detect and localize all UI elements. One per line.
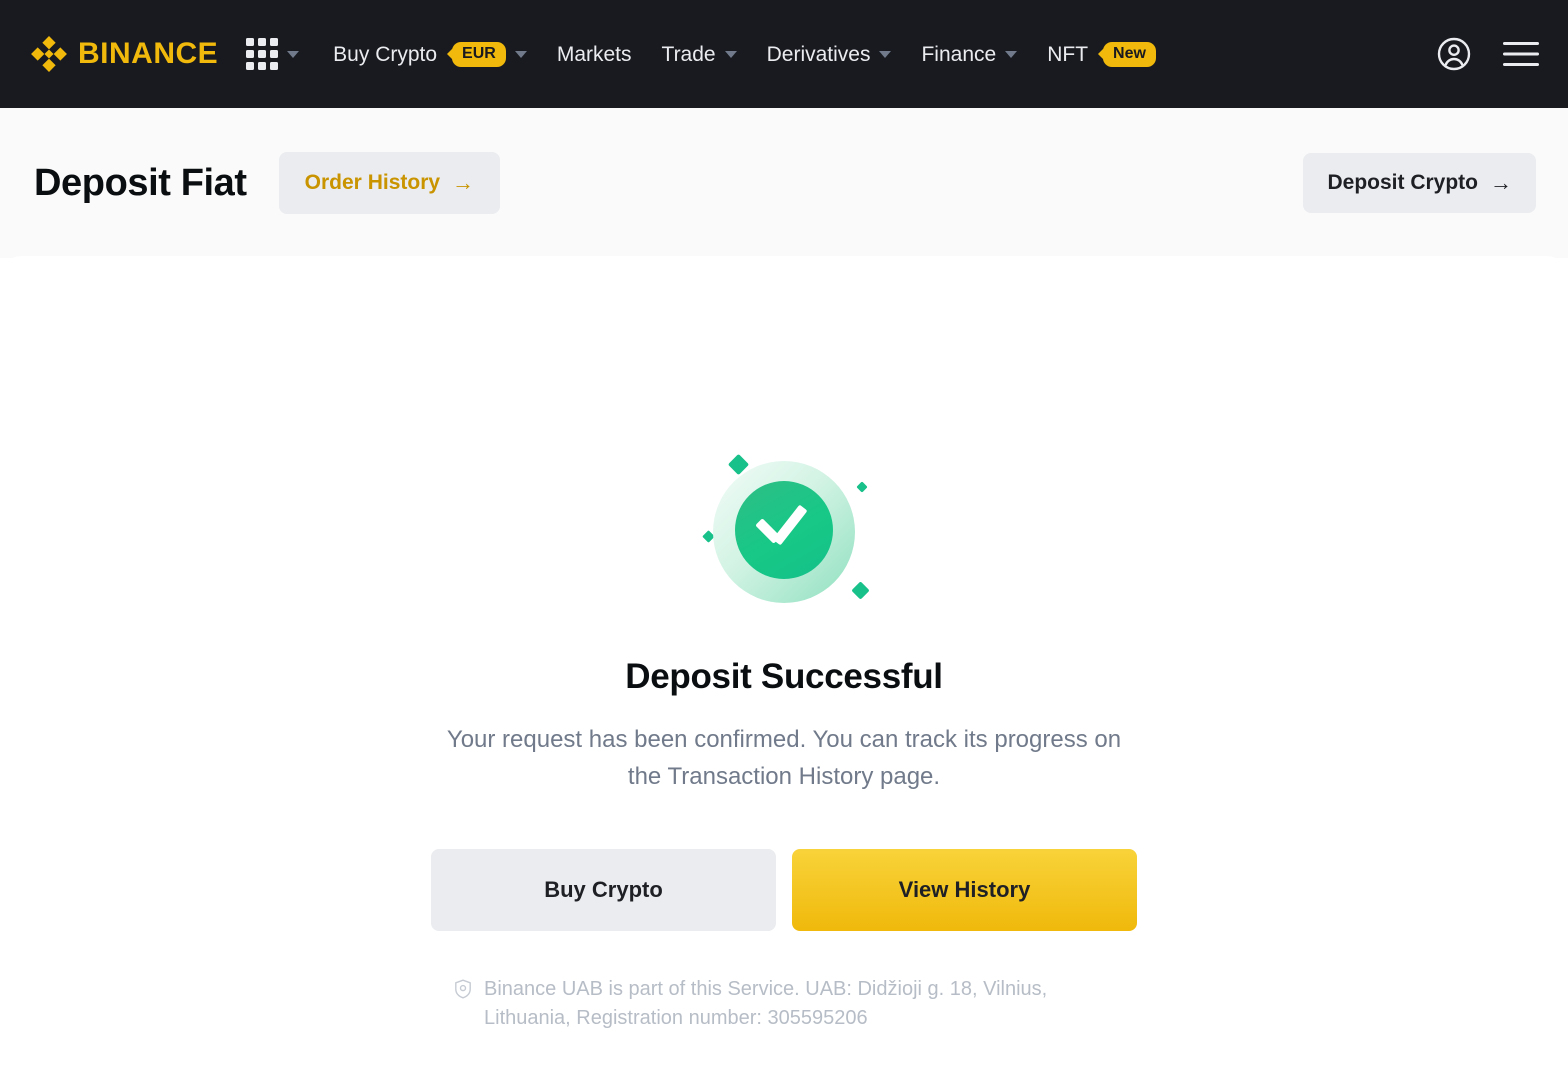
- nav-item-derivatives[interactable]: Derivatives: [767, 44, 892, 65]
- user-account-icon[interactable]: [1436, 36, 1472, 72]
- success-check-circle-icon: [684, 448, 884, 613]
- nav-item-label: Trade: [661, 42, 716, 66]
- nav-item-label: Buy Crypto: [333, 42, 438, 66]
- page-title: Deposit Fiat: [34, 162, 247, 204]
- sparkle-icon: [851, 581, 870, 600]
- chevron-down-icon: [1005, 50, 1018, 58]
- hamburger-menu-icon[interactable]: [1502, 39, 1540, 69]
- new-badge: New: [1103, 41, 1156, 67]
- legal-disclaimer: Binance UAB is part of this Service. UAB…: [454, 975, 1114, 1032]
- chevron-down-icon: [724, 50, 737, 58]
- nav-actions: [1436, 36, 1540, 72]
- grid-apps-icon: [246, 38, 279, 70]
- buy-crypto-button[interactable]: Buy Crypto: [431, 849, 776, 932]
- currency-badge: EUR: [452, 41, 506, 67]
- arrow-right-icon: →: [452, 170, 475, 195]
- chevron-down-icon: [514, 50, 527, 58]
- order-history-label: Order History: [304, 171, 441, 194]
- nav-menu: Buy Crypto EUR Markets Trade Derivatives…: [333, 41, 1436, 67]
- nav-item-label: Finance: [921, 42, 997, 66]
- order-history-button[interactable]: Order History →: [278, 152, 501, 214]
- nav-item-nft[interactable]: NFT New: [1047, 41, 1156, 67]
- nav-item-label: Derivatives: [766, 42, 871, 66]
- chevron-down-icon: [879, 50, 892, 58]
- binance-logo[interactable]: BINANCE: [30, 35, 218, 73]
- view-history-button[interactable]: View History: [792, 849, 1137, 932]
- shield-check-icon: [454, 979, 472, 1007]
- success-title: Deposit Successful: [625, 657, 943, 696]
- page-header-band: Deposit Fiat Order History → Deposit Cry…: [0, 108, 1568, 258]
- deposit-crypto-label: Deposit Crypto: [1327, 171, 1478, 194]
- binance-wordmark: BINANCE: [78, 37, 219, 70]
- action-buttons: Buy Crypto View History: [431, 849, 1137, 932]
- checkmark-icon: [755, 510, 811, 540]
- binance-diamond-icon: [30, 35, 68, 73]
- nav-item-label: Markets: [556, 42, 632, 66]
- content-panel: Deposit Successful Your request has been…: [0, 256, 1568, 1076]
- arrow-right-icon: →: [1490, 170, 1512, 195]
- legal-text: Binance UAB is part of this Service. UAB…: [484, 978, 1048, 1029]
- sparkle-icon: [856, 481, 868, 493]
- success-description: Your request has been confirmed. You can…: [446, 726, 1122, 790]
- nav-item-label: NFT: [1047, 42, 1089, 66]
- chevron-down-icon: [287, 50, 300, 58]
- nav-item-markets[interactable]: Markets: [557, 44, 632, 65]
- top-navigation-bar: BINANCE Buy Crypto EUR Markets Trade Der…: [0, 0, 1568, 108]
- nav-item-finance[interactable]: Finance: [921, 42, 1018, 66]
- nav-item-buy-crypto[interactable]: Buy Crypto EUR: [333, 41, 527, 67]
- nav-item-trade[interactable]: Trade: [662, 44, 737, 65]
- apps-grid-button[interactable]: [246, 38, 300, 70]
- deposit-crypto-button[interactable]: Deposit Crypto →: [1303, 153, 1536, 213]
